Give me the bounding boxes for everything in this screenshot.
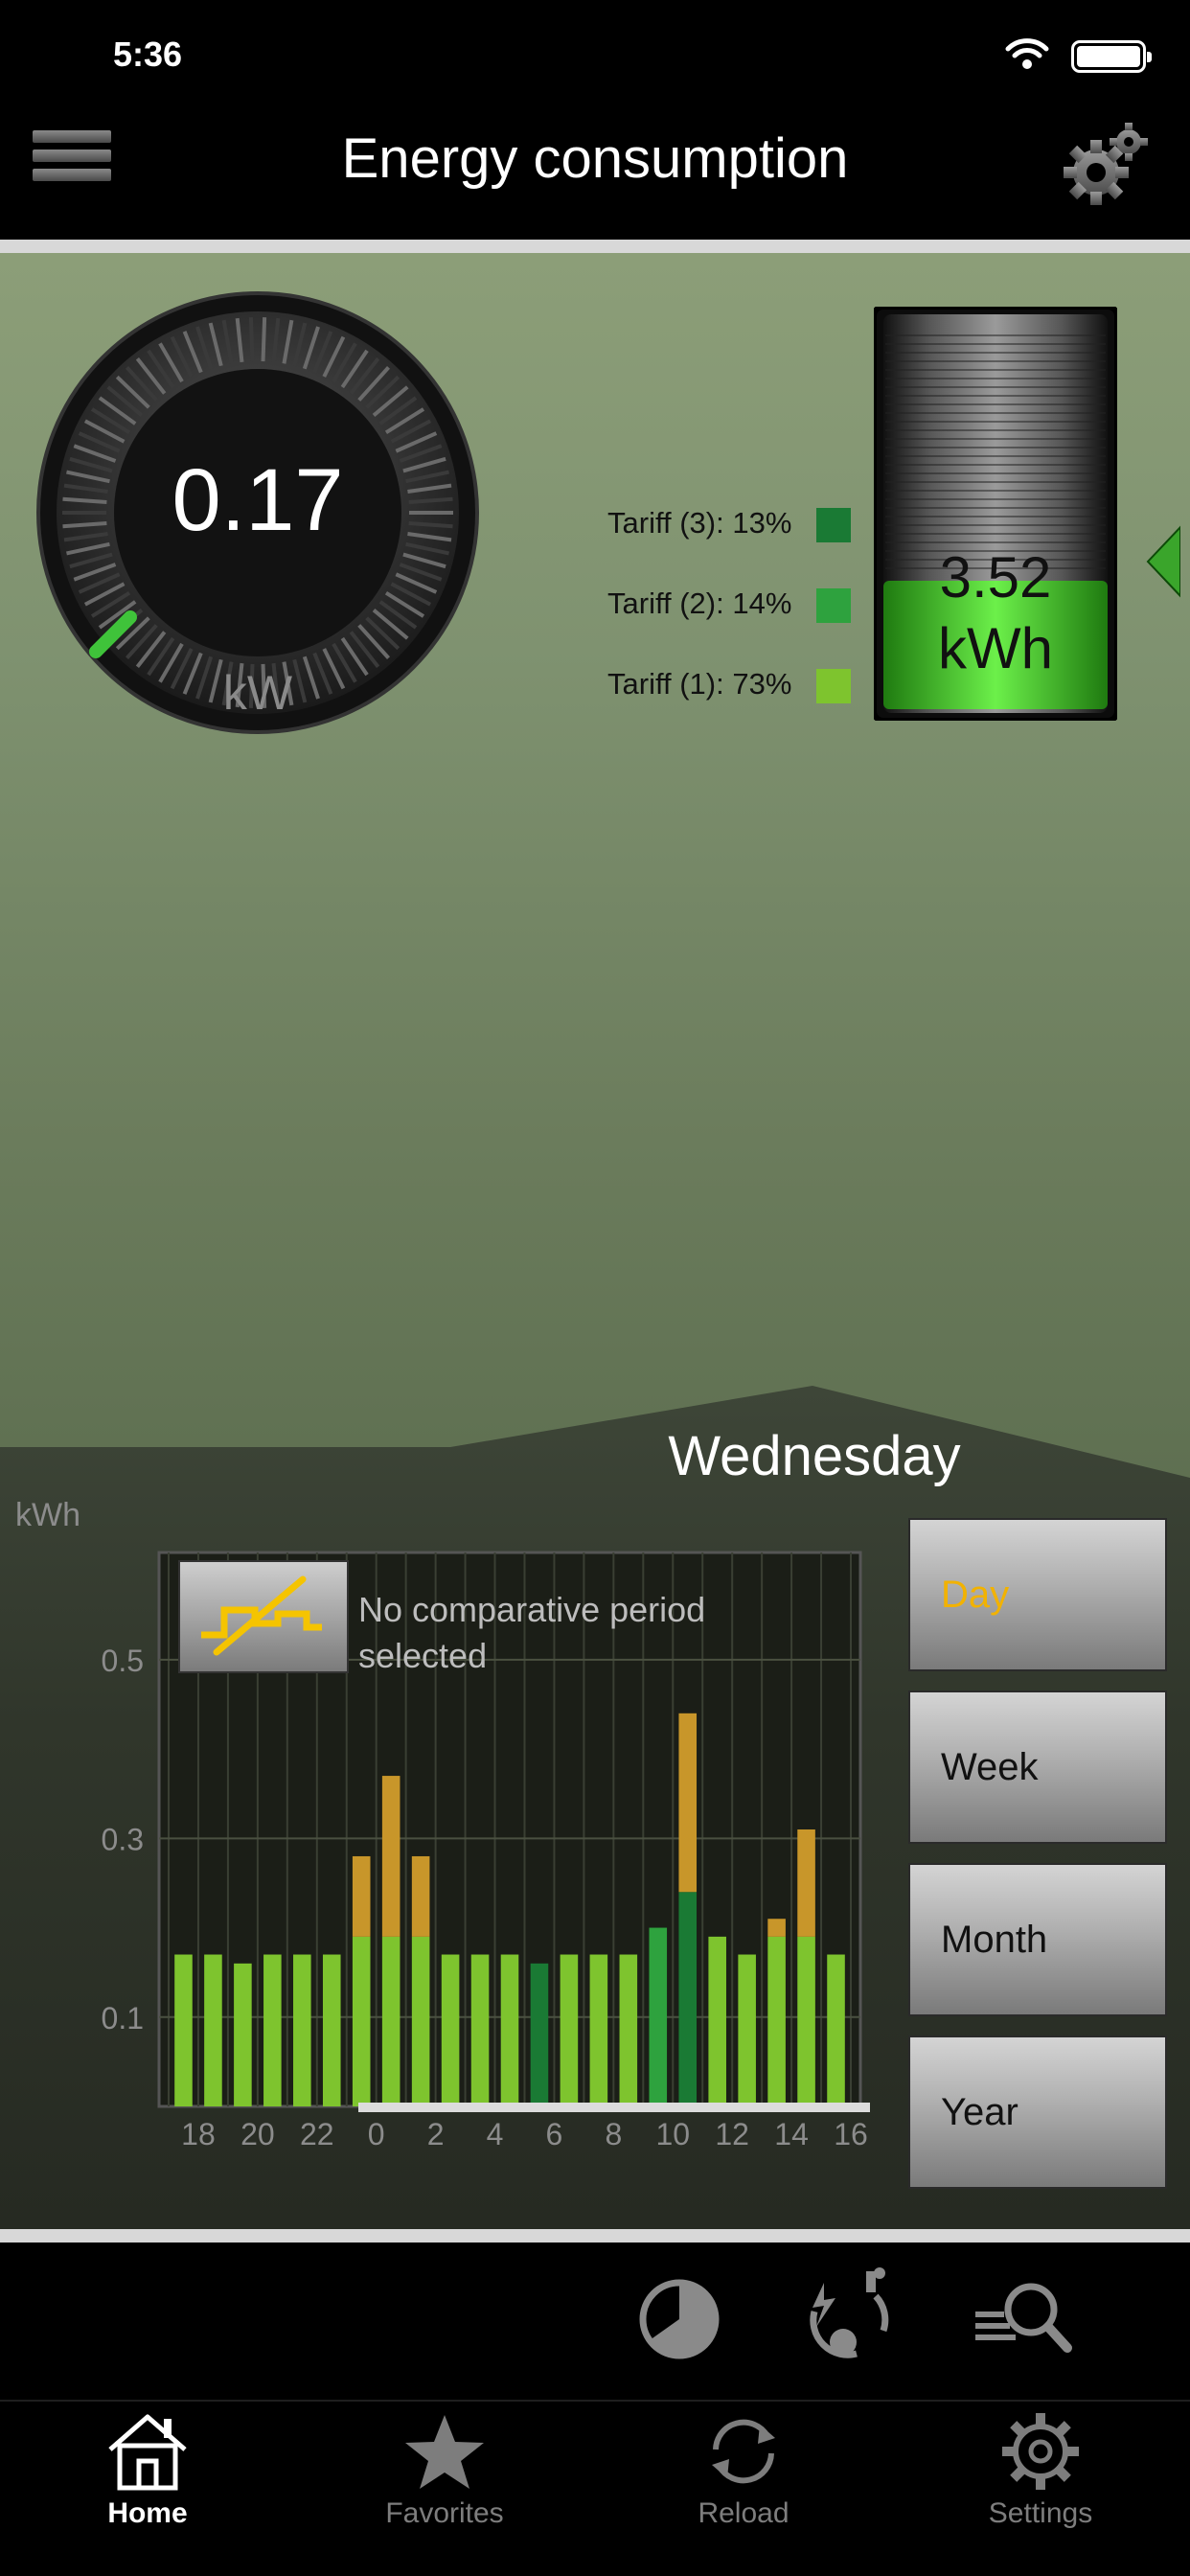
chart-bar <box>767 1936 786 2106</box>
chart-bar <box>381 1936 400 2106</box>
tank-value: 3.52 kWh <box>874 542 1117 684</box>
tariff-2-swatch <box>816 588 851 623</box>
x-tick-label: 20 <box>240 2117 275 2151</box>
period-day-button[interactable]: Day <box>908 1518 1167 1671</box>
tab-label: Settings <box>988 2497 1093 2529</box>
tab-home[interactable]: Home <box>33 2411 263 2529</box>
x-tick-label: 8 <box>605 2117 622 2151</box>
pie-chart-icon[interactable] <box>627 2264 732 2369</box>
chart-bar <box>322 1954 341 2106</box>
x-tick-label: 12 <box>715 2117 749 2151</box>
y-tick-label: 0.1 <box>102 2001 144 2036</box>
chart-bar-extra <box>411 1855 430 1937</box>
x-tick-label: 14 <box>774 2117 809 2151</box>
chart-bar <box>797 1936 815 2106</box>
chart-bar-extra <box>797 1829 815 1937</box>
x-tick-label: 18 <box>181 2117 216 2151</box>
reload-icon <box>712 2419 775 2484</box>
chart-bar <box>619 1954 638 2106</box>
tab-label: Favorites <box>385 2497 504 2529</box>
tariff-label: Tariff (2): 14% <box>607 586 792 620</box>
x-tick-label: 22 <box>300 2117 334 2151</box>
tank-number: 3.52 <box>939 545 1052 610</box>
tank-unit: kWh <box>938 616 1053 680</box>
analysis-search-icon[interactable] <box>972 2264 1077 2369</box>
chart-bar <box>738 1954 756 2106</box>
chart-bar <box>708 1936 726 2106</box>
chart-bar <box>500 1954 519 2106</box>
chart-bar <box>470 1954 490 2106</box>
chart-bar <box>352 1936 371 2106</box>
status-time: 5:36 <box>113 34 183 74</box>
chart-bar <box>293 1954 311 2106</box>
chart-bar-extra <box>352 1855 371 1937</box>
chart-bar <box>530 1963 549 2106</box>
settings-gear-icon[interactable] <box>1058 119 1150 211</box>
gear-icon <box>1002 2413 1079 2490</box>
tab-label: Home <box>107 2497 188 2529</box>
power-value: 0.17 <box>172 451 344 549</box>
chart-bar-extra <box>678 1713 698 1893</box>
x-tick-label: 6 <box>546 2117 563 2151</box>
x-tick-label: 4 <box>487 2117 504 2151</box>
tariff-label: Tariff (3): 13% <box>607 506 792 540</box>
chart-bar-extra <box>381 1776 400 1937</box>
wifi-icon <box>1005 38 1049 69</box>
period-month-button[interactable]: Month <box>908 1863 1167 2016</box>
energy-source-icon[interactable] <box>795 2264 901 2369</box>
chart-bar <box>441 1954 460 2106</box>
bottom-divider <box>0 2229 1190 2242</box>
tariff-3-swatch <box>816 508 851 542</box>
y-tick-label: 0.3 <box>102 1822 144 1856</box>
x-tick-label: 0 <box>368 2117 385 2151</box>
power-unit: kW <box>222 666 293 720</box>
period-year-button[interactable]: Year <box>908 2036 1167 2189</box>
top-divider <box>0 240 1190 253</box>
tab-settings[interactable]: Settings <box>926 2411 1156 2529</box>
tab-favorites[interactable]: Favorites <box>330 2411 560 2529</box>
chart-unit-label: kWh <box>15 1497 80 1533</box>
tariff-label: Tariff (1): 73% <box>607 667 792 701</box>
x-tick-label: 10 <box>655 2117 690 2151</box>
no-comparison-icon[interactable] <box>178 1560 349 1673</box>
tab-label: Reload <box>698 2497 790 2529</box>
chart-bar <box>263 1954 282 2106</box>
period-week-button[interactable]: Week <box>908 1690 1167 1844</box>
star-icon <box>405 2415 484 2489</box>
x-tick-label: 16 <box>834 2117 868 2151</box>
home-icon <box>108 2414 187 2491</box>
chart-bar <box>560 1954 579 2106</box>
expand-arrow-icon[interactable] <box>1146 525 1180 598</box>
chart-bar <box>234 1963 252 2106</box>
chart-bar-extra <box>767 1919 786 1937</box>
chart-bar <box>649 1927 668 2106</box>
chart-bar <box>827 1954 845 2106</box>
chart-bar <box>589 1954 608 2106</box>
chart-bar <box>174 1954 193 2106</box>
day-title: Wednesday <box>668 1425 961 1487</box>
comparison-status-text: No comparative period selected <box>358 1590 706 1675</box>
chart-bar <box>204 1954 222 2106</box>
battery-icon <box>1071 40 1152 73</box>
chart-bar <box>411 1936 430 2106</box>
x-tick-label: 2 <box>427 2117 445 2151</box>
tab-reload[interactable]: Reload <box>629 2411 858 2529</box>
tariff-1-swatch <box>816 669 851 703</box>
y-tick-label: 0.5 <box>102 1644 144 1678</box>
page-title: Energy consumption <box>341 127 849 190</box>
chart-bar <box>678 1892 698 2106</box>
